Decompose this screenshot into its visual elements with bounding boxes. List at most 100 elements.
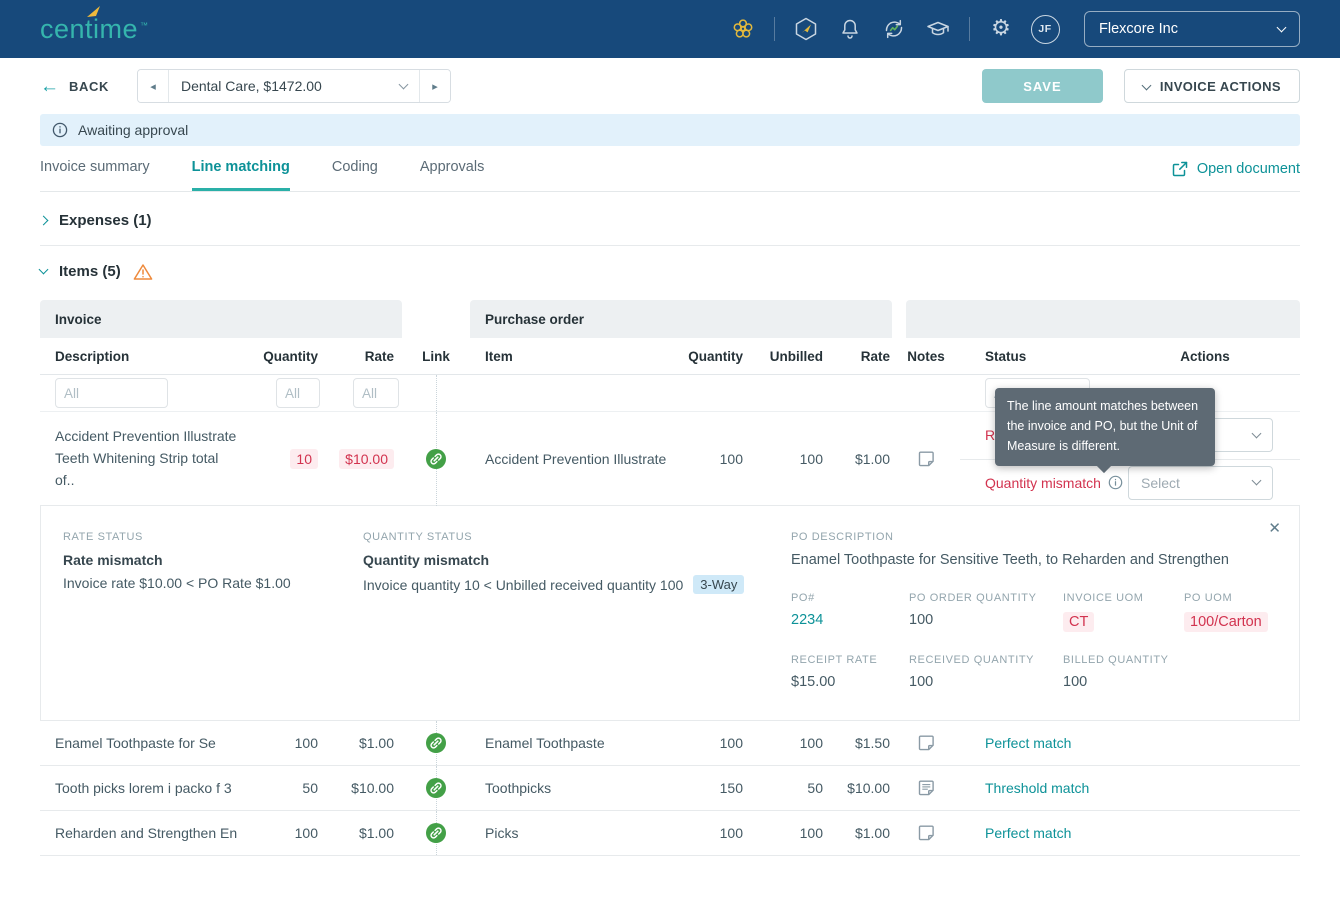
po-rate: $1.00 xyxy=(854,451,890,467)
col-item: Item xyxy=(485,348,513,364)
previous-invoice-button[interactable]: ◂ xyxy=(137,70,168,102)
academy-cap-icon[interactable] xyxy=(919,10,957,48)
tab-line-matching[interactable]: Line matching xyxy=(191,159,290,191)
col-notes: Notes xyxy=(907,348,945,364)
tab-bar: Invoice summary Line matching Coding App… xyxy=(40,146,1300,192)
chevron-down-icon xyxy=(1251,475,1262,486)
close-icon[interactable]: ✕ xyxy=(1268,519,1281,537)
match-status: Perfect match xyxy=(985,825,1072,841)
po-description: Enamel Toothpaste for Sensitive Teeth, t… xyxy=(791,552,1229,568)
col-po-rate: Rate xyxy=(860,348,890,364)
send-hexagon-icon[interactable] xyxy=(787,10,825,48)
invoice-selector[interactable]: Dental Care, $1472.00 xyxy=(167,70,420,102)
link-cell xyxy=(402,766,470,810)
section-divider xyxy=(40,245,1300,246)
quantity-action-select[interactable]: Select xyxy=(1128,465,1273,500)
po-quantity: 100 xyxy=(719,451,743,467)
company-selector[interactable]: Flexcore Inc xyxy=(1084,11,1300,47)
quantity-mismatch-value: 10 xyxy=(290,449,318,469)
chevron-down-icon xyxy=(1251,428,1262,439)
top-navbar: centime ™ ⚙ JF Flexcore Inc xyxy=(0,0,1340,58)
tab-approvals[interactable]: Approvals xyxy=(420,159,484,191)
col-po-quantity: Quantity xyxy=(688,348,743,364)
table-group-header: Invoice Purchase order xyxy=(40,300,1300,338)
nav-divider xyxy=(969,17,970,41)
status-banner: Awaiting approval xyxy=(40,114,1300,146)
col-quantity: Quantity xyxy=(263,348,318,364)
company-name: Flexcore Inc xyxy=(1099,21,1178,37)
po-number-link[interactable]: 2234 xyxy=(791,612,909,628)
notes-icon[interactable] xyxy=(892,449,960,469)
col-actions: Actions xyxy=(1180,348,1230,364)
avatar-initials: JF xyxy=(1030,14,1060,44)
info-icon xyxy=(52,122,68,138)
chevron-down-icon xyxy=(1141,80,1152,90)
chevron-right-icon xyxy=(38,215,49,225)
invoice-pager: ◂ Dental Care, $1472.00 ▸ xyxy=(136,69,451,103)
tab-coding[interactable]: Coding xyxy=(332,159,378,191)
settings-gear-icon[interactable]: ⚙ xyxy=(982,10,1020,48)
col-rate: Rate xyxy=(364,348,394,364)
flower-icon[interactable] xyxy=(724,10,762,48)
invoice-uom-value: CT xyxy=(1063,612,1095,632)
match-status: Perfect match xyxy=(985,735,1072,751)
open-document-link[interactable]: Open document xyxy=(1171,160,1300,191)
invoice-group-header: Invoice xyxy=(40,300,402,338)
items-section-toggle[interactable]: Items (5) xyxy=(0,258,1340,284)
link-column-rule xyxy=(402,375,470,411)
table-row[interactable]: Enamel Toothpaste for Se 100 $1.00 Ename… xyxy=(40,721,1300,766)
invoice-actions-button[interactable]: INVOICE ACTIONS xyxy=(1123,69,1300,103)
table-column-headers: Description Quantity Rate Link Item Quan… xyxy=(40,338,1300,375)
three-way-badge: 3-Way xyxy=(693,575,745,594)
rate-mismatch-value: $10.00 xyxy=(339,449,394,469)
link-icon[interactable] xyxy=(425,822,447,844)
status-group-header xyxy=(906,300,1300,338)
navbar-actions: ⚙ JF Flexcore Inc xyxy=(724,10,1300,48)
table-row[interactable]: Reharden and Strengthen En 100 $1.00 Pic… xyxy=(40,811,1300,856)
notes-icon[interactable] xyxy=(892,733,960,753)
quantity-filter-input[interactable] xyxy=(276,378,320,408)
row-description: Accident Prevention Illustrate Teeth Whi… xyxy=(55,428,237,488)
sync-trend-icon[interactable] xyxy=(875,10,913,48)
po-item: Accident Prevention Illustrate xyxy=(485,451,667,467)
notifications-bell-icon[interactable] xyxy=(831,10,869,48)
link-cell xyxy=(402,412,470,506)
col-unbilled: Unbilled xyxy=(769,348,823,364)
invoice-toolbar: ← BACK ◂ Dental Care, $1472.00 ▸ SAVE IN… xyxy=(0,58,1340,114)
chevron-down-icon xyxy=(38,264,49,274)
expenses-section-toggle[interactable]: Expenses (1) xyxy=(0,209,1340,231)
notes-filled-icon[interactable] xyxy=(892,778,960,798)
link-icon[interactable] xyxy=(425,777,447,799)
rate-status-block: RATE STATUS Rate mismatch Invoice rate $… xyxy=(63,531,291,591)
centime-logo[interactable]: centime ™ xyxy=(40,5,148,45)
user-avatar[interactable]: JF xyxy=(1026,10,1064,48)
info-icon[interactable] xyxy=(1108,475,1123,490)
save-button[interactable]: SAVE xyxy=(981,69,1103,103)
row-detail-panel: ✕ RATE STATUS Rate mismatch Invoice rate… xyxy=(40,506,1300,721)
chevron-down-icon xyxy=(398,79,409,89)
tab-invoice-summary[interactable]: Invoice summary xyxy=(40,159,150,191)
purchase-order-group-header: Purchase order xyxy=(470,300,892,338)
row-description: Enamel Toothpaste for Se xyxy=(55,735,216,751)
notes-icon[interactable] xyxy=(892,823,960,843)
col-description: Description xyxy=(55,348,130,364)
row-description: Tooth picks lorem i packo f 3 xyxy=(55,780,232,796)
description-filter-input[interactable] xyxy=(55,378,168,408)
match-status: Threshold match xyxy=(985,780,1090,796)
po-item: Enamel Toothpaste xyxy=(485,735,605,751)
po-item: Toothpicks xyxy=(485,780,552,796)
po-item: Picks xyxy=(485,825,519,841)
page: centime ™ ⚙ JF Flexcore Inc ← BACK ◂ Den… xyxy=(0,0,1340,922)
table-row[interactable]: Tooth picks lorem i packo f 3 50 $10.00 … xyxy=(40,766,1300,811)
quantity-status-block: QUANTITY STATUS Quantity mismatch Invoic… xyxy=(363,531,791,690)
back-arrow-icon: ← xyxy=(40,75,59,97)
po-details-block: PO DESCRIPTION Enamel Toothpaste for Sen… xyxy=(791,531,1277,690)
col-link: Link xyxy=(422,348,450,364)
link-icon[interactable] xyxy=(425,732,447,754)
link-icon[interactable] xyxy=(425,448,447,470)
next-invoice-button[interactable]: ▸ xyxy=(419,70,450,102)
banner-message: Awaiting approval xyxy=(78,122,189,138)
rate-filter-input[interactable] xyxy=(353,378,399,408)
po-fields-row-1: PO# 2234 PO ORDER QUANTITY 100 INVOICE UOM… xyxy=(791,592,1277,632)
back-button[interactable]: ← BACK xyxy=(40,77,109,96)
